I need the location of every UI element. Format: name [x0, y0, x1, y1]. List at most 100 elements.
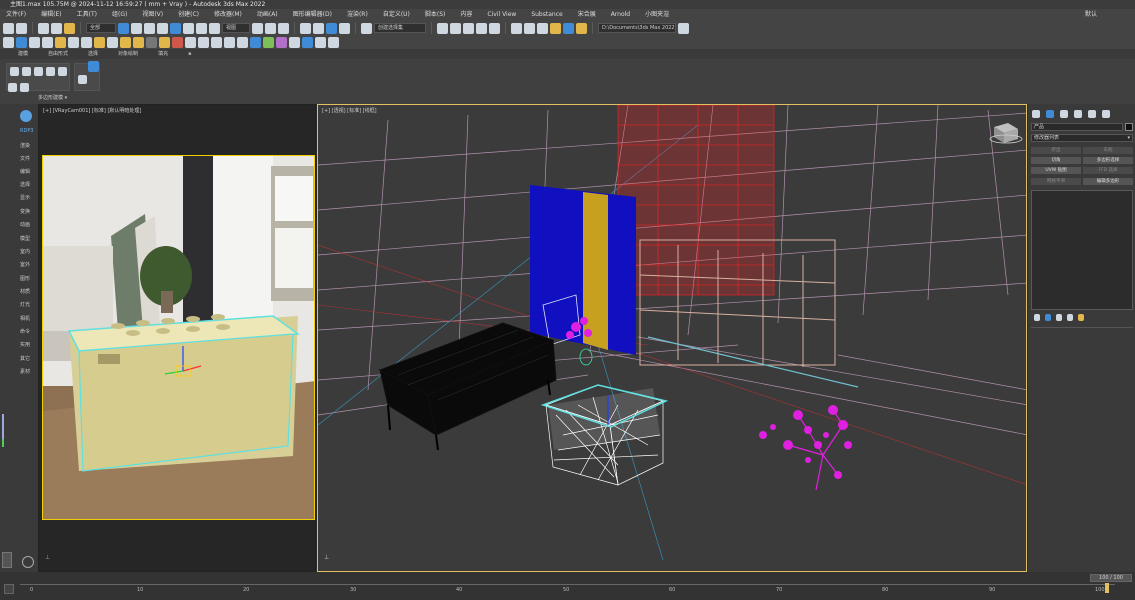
menu-extra[interactable]: 宋合展	[578, 9, 596, 20]
menu-file[interactable]: 文件(F)	[6, 9, 26, 20]
timeline-track[interactable]	[20, 584, 1115, 585]
ribbon-pin-icon[interactable]	[88, 61, 99, 72]
viewport-camera[interactable]: [+] [VRayCam001] [标准] [默认明暗处理] ⊥	[38, 104, 316, 572]
vray-physical-camera-icon[interactable]	[120, 37, 131, 48]
vray-sphere-fade-icon[interactable]	[172, 37, 183, 48]
rect-selection-icon[interactable]	[144, 22, 155, 34]
vray-lister-icon[interactable]	[276, 37, 287, 48]
left-item-display[interactable]: 显示	[20, 194, 30, 201]
vray-proxy-icon[interactable]	[133, 37, 144, 48]
time-slider-frame[interactable]: 100 / 100	[1090, 574, 1132, 582]
timeline[interactable]: 100 / 100 0 10 20 30 40 50 60 70 80 90 1…	[0, 572, 1135, 600]
vray-ies-icon[interactable]	[81, 37, 92, 48]
vray-frame-buffer-icon[interactable]	[3, 37, 14, 48]
toggle-layer-explorer-icon[interactable]	[476, 22, 487, 34]
motion-tab-icon[interactable]	[1074, 110, 1082, 118]
material-editor-icon[interactable]	[537, 22, 548, 34]
utilities-tab-icon[interactable]	[1102, 110, 1110, 118]
ribbon-mini-icon[interactable]	[78, 75, 87, 84]
menu-scripting[interactable]: 脚本(S)	[425, 9, 446, 20]
left-item-transform[interactable]: 变换	[20, 208, 30, 215]
vray-mesh-light-icon[interactable]	[107, 37, 118, 48]
left-item-assets[interactable]: 素材	[20, 368, 30, 375]
menu-content[interactable]: 内容	[460, 9, 472, 20]
menu-customize[interactable]: 自定义(U)	[383, 9, 410, 20]
polygon-mode-icon[interactable]	[46, 67, 55, 76]
keyboard-shortcut-icon[interactable]	[278, 22, 289, 34]
vray-scatter-icon[interactable]	[211, 37, 222, 48]
spinner-snap-icon[interactable]	[339, 22, 350, 34]
hierarchy-tab-icon[interactable]	[1060, 110, 1068, 118]
menu-civil-view[interactable]: Civil View	[487, 9, 516, 20]
left-item-other[interactable]: 其它	[20, 355, 30, 362]
workspace-selector[interactable]: 默认	[1085, 9, 1097, 20]
ribbon-collapse-stack-icon[interactable]	[20, 83, 29, 92]
configure-sets-icon[interactable]	[1078, 314, 1084, 321]
percent-snap-icon[interactable]	[326, 22, 337, 34]
object-color-swatch[interactable]	[1125, 123, 1133, 131]
window-crossing-icon[interactable]	[157, 22, 168, 34]
ribbon-collapse-icon[interactable]: ▪	[188, 50, 191, 59]
vray-scene-converter-icon[interactable]	[263, 37, 274, 48]
left-item-animation[interactable]: 动画	[20, 221, 30, 228]
angle-snap-icon[interactable]	[313, 22, 324, 34]
edit-named-selection-icon[interactable]	[361, 22, 372, 34]
menu-plugin[interactable]: 小图夹渲	[645, 9, 669, 20]
poly-modeling-label[interactable]: 多边形建模 ▾	[38, 94, 67, 101]
left-panel-toggle[interactable]	[2, 552, 12, 568]
snaps-toggle-icon[interactable]	[300, 22, 311, 34]
left-item-commands[interactable]: 命令	[20, 328, 30, 335]
menu-views[interactable]: 视图(V)	[142, 9, 163, 20]
left-item-edit[interactable]: 编辑	[20, 168, 30, 175]
time-slider-handle[interactable]	[1105, 583, 1109, 593]
vray-material-icon[interactable]	[250, 37, 261, 48]
vray-cosmos-icon[interactable]	[289, 37, 300, 48]
left-item-material[interactable]: 材质	[20, 288, 30, 295]
left-item-render[interactable]: 渲染	[20, 142, 30, 149]
timeline-toggle-icon[interactable]	[4, 584, 14, 594]
ribbon-stack-icon[interactable]	[8, 83, 17, 92]
vray-render-icon[interactable]	[16, 37, 27, 48]
vray-chaos-icon[interactable]	[302, 37, 313, 48]
menu-tools[interactable]: 工具(T)	[77, 9, 97, 20]
vray-ambient-icon[interactable]	[94, 37, 105, 48]
reference-coord-dropdown[interactable]: 视图	[222, 23, 250, 33]
tab-freeform[interactable]: 自由形式	[48, 50, 68, 59]
menu-arnold[interactable]: Arnold	[611, 9, 630, 20]
left-item-select[interactable]: 选择	[20, 181, 30, 188]
vray-settings-icon[interactable]	[315, 37, 326, 48]
modify-tab-icon[interactable]	[1046, 110, 1054, 118]
vray-light-icon[interactable]	[42, 37, 53, 48]
placement-icon[interactable]	[209, 22, 220, 34]
menu-create[interactable]: 创建(C)	[178, 9, 199, 20]
align-icon[interactable]	[450, 22, 461, 34]
display-tab-icon[interactable]	[1088, 110, 1096, 118]
show-end-result-icon[interactable]	[1045, 314, 1051, 321]
menu-substance[interactable]: Substance	[531, 9, 562, 20]
select-manipulate-icon[interactable]	[265, 22, 276, 34]
element-mode-icon[interactable]	[58, 67, 67, 76]
left-item-lights[interactable]: 灯光	[20, 301, 30, 308]
toggle-scene-explorer-icon[interactable]	[463, 22, 474, 34]
select-rotate-icon[interactable]	[183, 22, 194, 34]
undo-icon[interactable]	[3, 22, 14, 34]
vray-clipper-icon[interactable]	[224, 37, 235, 48]
modifier-button-extrude[interactable]: 挤出	[1031, 147, 1081, 154]
left-item-interior[interactable]: 室内	[20, 248, 30, 255]
vray-decal-icon[interactable]	[198, 37, 209, 48]
menu-edit[interactable]: 编辑(E)	[41, 9, 61, 20]
link-icon[interactable]	[38, 22, 49, 34]
object-name-field[interactable]: 产品	[1031, 123, 1123, 131]
ribbon-toggle-icon[interactable]	[489, 22, 500, 34]
select-by-name-icon[interactable]	[131, 22, 142, 34]
menu-animation[interactable]: 动画(A)	[257, 9, 278, 20]
menu-group[interactable]: 组(G)	[112, 9, 127, 20]
modifier-button-ffd-select[interactable]: FFD 选择	[1083, 167, 1133, 174]
vray-plane-icon[interactable]	[185, 37, 196, 48]
modifier-list-dropdown[interactable]: 修改器列表 ▾	[1031, 134, 1133, 142]
left-item-shapes[interactable]: 图形	[20, 275, 30, 282]
create-tab-icon[interactable]	[1032, 110, 1040, 118]
render-setup-icon[interactable]	[550, 22, 561, 34]
select-scale-icon[interactable]	[196, 22, 207, 34]
vray-ipr-icon[interactable]	[29, 37, 40, 48]
